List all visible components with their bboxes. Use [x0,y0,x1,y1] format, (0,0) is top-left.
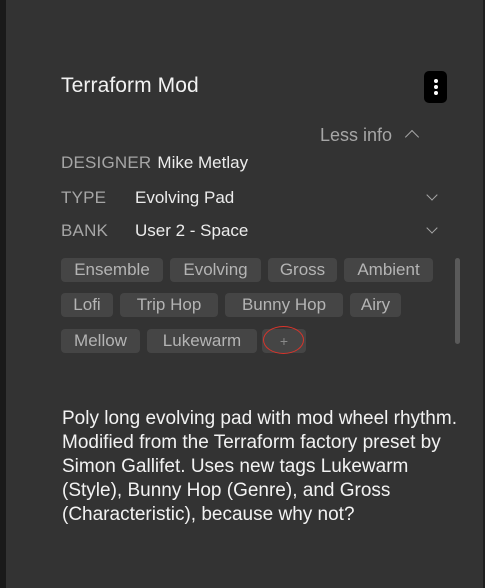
tag-chip[interactable]: Lukewarm [147,329,257,353]
add-tag-button[interactable]: + [262,326,306,354]
tag-chip[interactable]: Trip Hop [120,293,218,317]
tag-chip[interactable]: Ambient [344,258,433,282]
tag-chip[interactable]: Bunny Hop [225,293,343,317]
highlight-ring [263,326,304,354]
less-info-label: Less info [320,125,393,145]
less-info-toggle[interactable]: Less info [320,125,420,146]
tag-chip[interactable]: Ensemble [61,258,163,282]
tag-chip[interactable]: Mellow [61,329,140,353]
type-row[interactable]: TYPE Evolving Pad [61,188,234,208]
tags-scrollbar[interactable] [455,258,460,344]
kebab-menu-icon[interactable] [424,71,447,103]
preset-name: Terraform Mod [61,74,199,97]
bank-label: BANK [61,221,109,240]
chevron-down-icon[interactable] [426,189,438,201]
chevron-up-icon [404,129,420,145]
panel-left-border [0,0,6,588]
designer-label: DESIGNER [61,153,152,172]
tag-chip[interactable]: Lofi [61,293,113,317]
preset-info-panel: Terraform Mod Less info DESIGNER Mike Met… [0,0,485,588]
designer-row: DESIGNER Mike Metlay [61,153,248,173]
bank-row[interactable]: BANK User 2 - Space [61,221,248,241]
tag-chip[interactable]: Airy [350,293,401,317]
kebab-dot [434,91,438,95]
tag-chip[interactable]: Evolving [170,258,261,282]
designer-value: Mike Metlay [157,153,249,172]
kebab-dot [434,79,438,83]
type-value[interactable]: Evolving Pad [135,188,234,208]
tag-chip[interactable]: Gross [268,258,337,282]
kebab-dot [434,85,438,89]
bank-value[interactable]: User 2 - Space [135,221,248,241]
preset-description: Poly long evolving pad with mod wheel rh… [62,408,457,525]
chevron-down-icon[interactable] [426,222,438,234]
type-label: TYPE [61,188,107,207]
